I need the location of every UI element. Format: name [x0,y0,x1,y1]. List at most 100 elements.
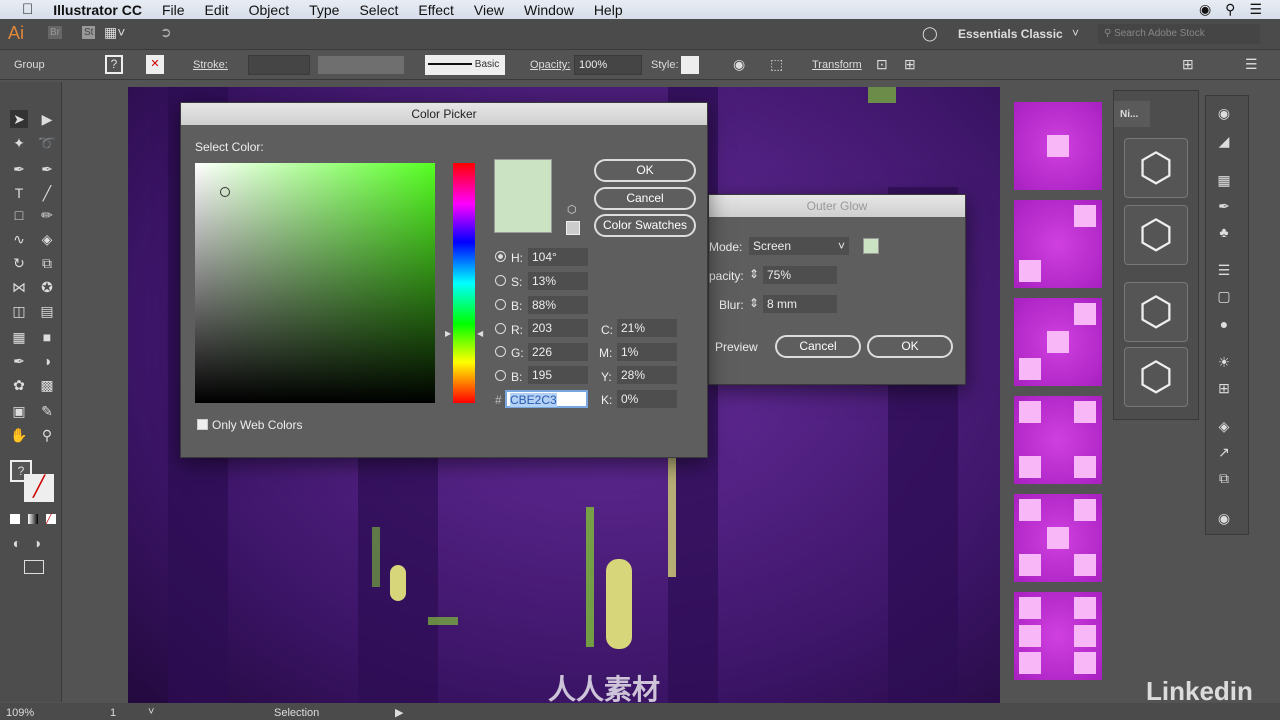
shape-builder-tool-icon[interactable]: ◫ [10,302,28,320]
align-options-icon[interactable]: ⬚ [770,56,783,73]
black-input[interactable]: 0% [617,390,677,408]
paintbrush-tool-icon[interactable]: ✏ [38,206,56,224]
hue-slider-right-arrow[interactable]: ◀ [477,329,483,338]
panel-tab[interactable]: Ni... [1114,101,1150,127]
brightness-radio[interactable] [495,299,506,310]
blue-radio[interactable] [495,370,506,381]
width-tool-icon[interactable]: ⋈ [10,278,28,296]
stock-search-input[interactable]: ⚲ Search Adobe Stock [1098,24,1260,44]
outer-glow-ok-button[interactable]: OK [867,335,953,358]
artboard-number[interactable]: 1 [110,707,116,719]
lasso-tool-icon[interactable]: ➰ [38,134,56,152]
cube-symbol[interactable]: ⬡ [1124,138,1188,198]
selection-tool-icon[interactable]: ➤ [10,110,28,128]
workspace-switcher[interactable]: Essentials Classic [958,27,1063,41]
draw-normal-icon[interactable]: ◐ [8,534,26,552]
ok-button[interactable]: OK [594,159,696,182]
menu-file[interactable]: File [162,2,185,18]
type-tool-icon[interactable]: T [10,184,28,202]
cube-symbol[interactable]: ⬡ [1124,205,1188,265]
pen-tool-icon[interactable]: ✒ [10,160,28,178]
transform-link[interactable]: Transform [812,59,862,71]
recolor-artwork-icon[interactable]: ◉ [733,56,745,73]
yellow-input[interactable]: 28% [617,366,677,384]
stroke-weight-field[interactable] [248,55,310,75]
stroke-icon[interactable]: ☰ [1215,262,1233,280]
opacity-label[interactable]: Opacity: [530,59,570,71]
cube-symbol[interactable]: ⬡ [1124,282,1188,342]
opacity-input[interactable]: 75% [763,266,837,284]
select-similar-icon[interactable]: ⊞ [904,56,916,73]
hue-slider-left-arrow[interactable]: ▶ [445,329,451,338]
hex-input[interactable]: CBE2C3 [505,390,588,408]
blur-stepper-icon[interactable]: ⇕ [749,296,759,310]
opacity-stepper-icon[interactable]: ⇕ [749,267,759,281]
notification-list-icon[interactable]: ☰ [1249,1,1262,18]
app-name[interactable]: Illustrator CC [53,2,142,18]
outer-glow-cancel-button[interactable]: Cancel [775,335,861,358]
hand-tool-icon[interactable]: ✋ [10,426,28,444]
distribute-icon[interactable]: ⊞ [1182,56,1194,73]
shaper-tool-icon[interactable]: ∿ [10,230,28,248]
out-of-web-gamut-icon[interactable]: ⬡ [567,203,577,216]
only-web-colors-checkbox[interactable] [197,419,208,430]
chevron-down-icon[interactable]: ˅ [1072,26,1079,40]
menu-select[interactable]: Select [359,2,398,18]
glow-color-swatch[interactable] [863,238,879,254]
swatches-icon[interactable]: ▦ [1215,172,1233,190]
asset-export-icon[interactable]: ⊞ [1215,380,1233,398]
rotate-tool-icon[interactable]: ↻ [10,254,28,272]
fill-swatch[interactable]: ? [105,55,123,74]
menu-window[interactable]: Window [524,2,574,18]
status-play-icon[interactable]: ▶ [395,706,403,719]
variable-width-profile[interactable] [318,56,404,74]
eraser-tool-icon[interactable]: ◈ [38,230,56,248]
hue-slider[interactable] [453,163,475,403]
arrange-documents-icon[interactable]: ▦˅ [104,24,125,41]
export-icon[interactable]: ↗ [1215,444,1233,462]
saturation-radio[interactable] [495,275,506,286]
symbol-tile[interactable] [1014,396,1102,484]
menu-object[interactable]: Object [249,2,289,18]
isolate-group-icon[interactable]: ⊡ [876,56,888,73]
color-swatches-button[interactable]: Color Swatches [594,214,696,237]
green-input[interactable]: 226 [528,343,588,361]
artboards-icon[interactable]: ⧉ [1215,470,1233,488]
symbol-tile[interactable] [1014,200,1102,288]
color-guide-icon[interactable]: ◉ [1215,105,1233,123]
symbol-tile[interactable] [1014,102,1102,190]
symbols-icon[interactable]: ♣ [1215,224,1233,242]
gradient-icon[interactable]: ▢ [1215,288,1233,306]
bridge-button[interactable]: Br [48,26,62,39]
eyedropper-tool-icon[interactable]: ✒ [10,352,28,370]
red-radio[interactable] [495,323,506,334]
direct-selection-tool-icon[interactable]: ▶ [38,110,56,128]
creative-cloud-icon[interactable]: ◉ [1199,1,1211,18]
magenta-input[interactable]: 1% [617,343,677,361]
symbol-tile[interactable] [1014,494,1102,582]
status-tool[interactable]: Selection [274,707,319,719]
symbol-tile[interactable] [1014,592,1102,680]
gradient-mode-button[interactable] [28,514,38,524]
menu-view[interactable]: View [474,2,504,18]
color-field-cursor[interactable] [220,187,230,197]
menu-effect[interactable]: Effect [418,2,454,18]
hue-radio[interactable] [495,251,506,262]
perspective-grid-tool-icon[interactable]: ▤ [38,302,56,320]
stroke-color-box[interactable]: ╱ [24,474,54,502]
panel-menu-icon[interactable]: ☰ [1245,56,1258,73]
column-graph-tool-icon[interactable]: ▩ [38,376,56,394]
menu-help[interactable]: Help [594,2,623,18]
mode-select[interactable]: Screen ˅ [749,237,849,255]
stroke-swatch[interactable]: ✕ [146,55,164,74]
red-input[interactable]: 203 [528,319,588,337]
magic-wand-tool-icon[interactable]: ✦ [10,134,28,152]
color-field[interactable] [195,163,435,403]
only-web-colors-label[interactable]: Only Web Colors [212,418,302,432]
web-safe-color-swatch[interactable] [566,221,580,235]
cyan-input[interactable]: 21% [617,319,677,337]
libraries-icon[interactable]: ◉ [1215,510,1233,528]
blur-input[interactable]: 8 mm [763,295,837,313]
zoom-dropdown-icon[interactable]: ˅ [148,706,154,718]
transparency-icon[interactable]: ◢ [1215,133,1233,151]
